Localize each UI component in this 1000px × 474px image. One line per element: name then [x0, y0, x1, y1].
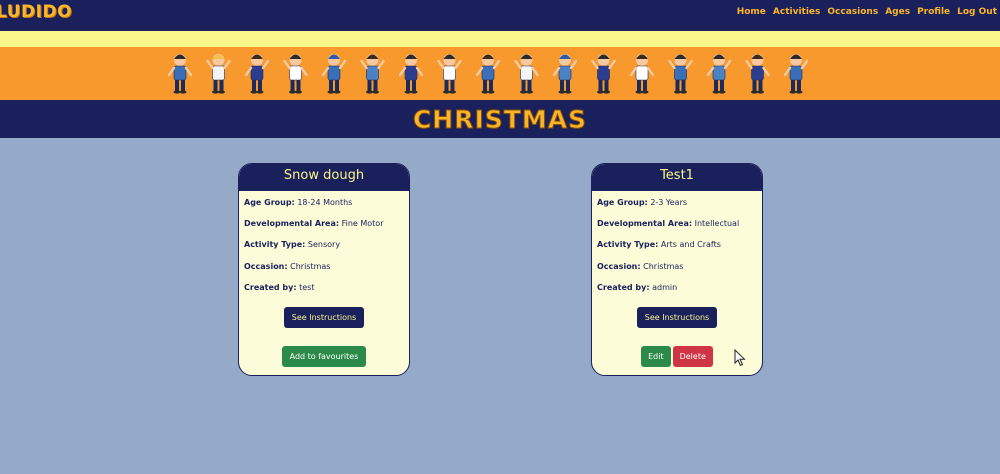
developmental-area-field: Developmental Area: Fine Motor [244, 219, 409, 240]
nav-link-activities[interactable]: Activities [773, 7, 821, 17]
child-figure [206, 54, 231, 94]
field-label: Activity Type: [597, 240, 659, 250]
child-figure [321, 54, 347, 94]
field-value: admin [652, 282, 678, 292]
card-header: Snow dough [239, 164, 409, 191]
child-figure [552, 54, 578, 94]
card-title: Test1 [660, 168, 694, 183]
child-figure [668, 54, 693, 94]
child-figure [475, 54, 501, 94]
nav-link-ages[interactable]: Ages [885, 7, 910, 17]
age-group-field: Age Group: 18-24 Months [244, 198, 409, 219]
developmental-area-field: Developmental Area: Intellectual [597, 219, 762, 240]
child-figure [514, 54, 539, 94]
field-value: 18-24 Months [297, 198, 353, 207]
field-label: Occasion: [244, 261, 288, 271]
field-label: Activity Type: [244, 240, 306, 250]
nav-link-logout[interactable]: Log Out [957, 7, 997, 17]
child-figure [591, 54, 616, 94]
nav-link-profile[interactable]: Profile [917, 7, 950, 17]
see-instructions-button[interactable]: See Instructions [283, 306, 365, 328]
instructions-row: See Instructions [239, 304, 409, 328]
mouse-pointer-icon [734, 349, 746, 367]
field-label: Created by: [597, 282, 650, 292]
age-group-field: Age Group: 2-3 Years [597, 198, 762, 219]
brand-logo[interactable]: LUDIDO [0, 2, 72, 22]
created-by-field: Created by: admin [597, 283, 762, 304]
field-label: Developmental Area: [597, 219, 693, 229]
child-figure [629, 54, 655, 94]
field-value: Sensory [307, 240, 341, 250]
field-value: Christmas [643, 261, 684, 271]
children-illustration [167, 54, 809, 94]
title-bar: CHRISTMAS [0, 100, 1000, 138]
actions-row: Add to favourites [239, 328, 409, 367]
instructions-row: See Instructions [592, 304, 762, 328]
delete-button[interactable]: Delete [672, 345, 713, 367]
field-value: Intellectual [694, 219, 740, 229]
card-title: Snow dough [283, 168, 365, 183]
nav-link-occasions[interactable]: Occasions [827, 7, 878, 17]
see-instructions-button[interactable]: See Instructions [636, 306, 718, 328]
activity-card: Test1 Age Group: 2-3 Years Developmental… [591, 163, 763, 376]
field-value: Fine Motor [341, 219, 384, 229]
field-value: 2-3 Years [650, 198, 688, 207]
child-figure [706, 54, 732, 94]
occasion-field: Occasion: Christmas [597, 262, 762, 283]
occasion-field: Occasion: Christmas [244, 262, 409, 283]
add-to-favourites-button[interactable]: Add to favourites [281, 345, 367, 367]
field-label: Developmental Area: [244, 219, 340, 229]
card-fields: Age Group: 18-24 Months Developmental Ar… [239, 191, 409, 304]
child-figure [783, 54, 809, 94]
field-label: Age Group: [597, 198, 648, 207]
nav-links: Home Activities Occasions Ages Profile L… [737, 7, 997, 17]
child-figure [398, 54, 424, 94]
field-label: Age Group: [244, 198, 295, 207]
card-fields: Age Group: 2-3 Years Developmental Area:… [592, 191, 762, 304]
page-title: CHRISTMAS [412, 105, 588, 135]
created-by-field: Created by: test [244, 283, 409, 304]
field-label: Created by: [244, 282, 297, 292]
child-figure [360, 54, 385, 94]
activity-card: Snow dough Age Group: 18-24 Months Devel… [238, 163, 410, 376]
nav-link-home[interactable]: Home [737, 7, 766, 17]
field-label: Occasion: [597, 261, 641, 271]
field-value: test [299, 282, 315, 292]
child-figure [244, 54, 270, 94]
field-value: Arts and Crafts [660, 240, 721, 250]
activity-type-field: Activity Type: Sensory [244, 240, 409, 261]
field-value: Christmas [290, 261, 331, 271]
child-figure [745, 54, 770, 94]
child-figure [437, 54, 462, 94]
yellow-stripe [0, 31, 1000, 47]
activity-type-field: Activity Type: Arts and Crafts [597, 240, 762, 261]
navbar: LUDIDO Home Activities Occasions Ages Pr… [0, 0, 1000, 31]
card-header: Test1 [592, 164, 762, 191]
edit-button[interactable]: Edit [641, 345, 671, 367]
kids-banner [0, 47, 1000, 100]
child-figure [283, 54, 308, 94]
child-figure [167, 54, 193, 94]
